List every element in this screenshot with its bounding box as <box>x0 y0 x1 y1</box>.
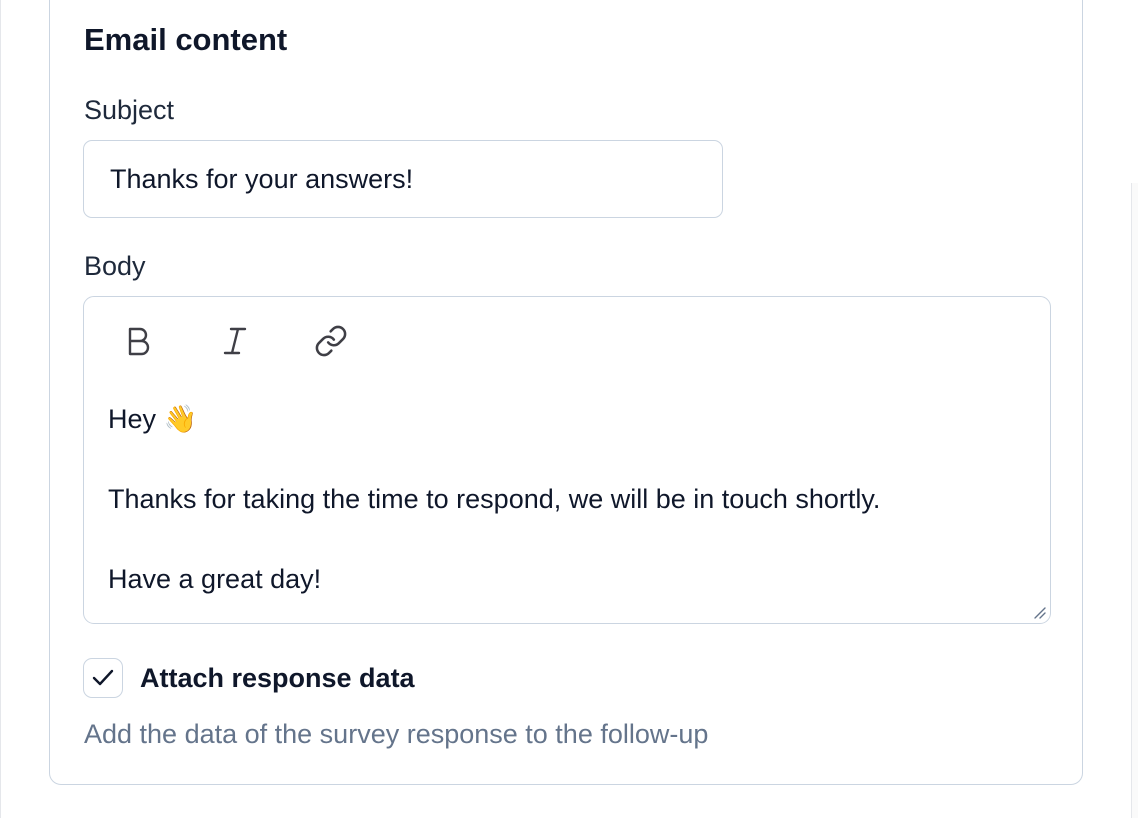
link-icon <box>315 325 347 357</box>
editor-line: Thanks for taking the time to respond, w… <box>108 484 881 514</box>
italic-icon <box>223 327 247 355</box>
link-button[interactable] <box>307 317 355 365</box>
resize-handle-icon[interactable] <box>1032 605 1046 619</box>
editor-line <box>108 519 880 559</box>
body-editor[interactable]: Hey 👋 Thanks for taking the time to resp… <box>83 296 1051 624</box>
subject-input[interactable] <box>83 140 723 218</box>
italic-button[interactable] <box>211 317 259 365</box>
body-label: Body <box>84 251 146 281</box>
attach-response-checkbox[interactable] <box>83 658 123 698</box>
scrollbar-thumb[interactable] <box>1131 183 1138 818</box>
editor-line <box>108 439 880 479</box>
editor-line: Hey 👋 <box>108 404 198 434</box>
editor-content[interactable]: Hey 👋 Thanks for taking the time to resp… <box>108 399 880 599</box>
section-title: Email content <box>84 22 288 57</box>
editor-line: Have a great day! <box>108 564 322 594</box>
attach-response-label[interactable]: Attach response data <box>140 660 415 696</box>
bold-button[interactable] <box>115 317 163 365</box>
bold-icon <box>128 327 150 356</box>
subject-label: Subject <box>84 95 175 125</box>
checkmark-icon <box>92 669 114 686</box>
page-left-border <box>0 0 1 818</box>
attach-response-help: Add the data of the survey response to t… <box>84 719 709 749</box>
